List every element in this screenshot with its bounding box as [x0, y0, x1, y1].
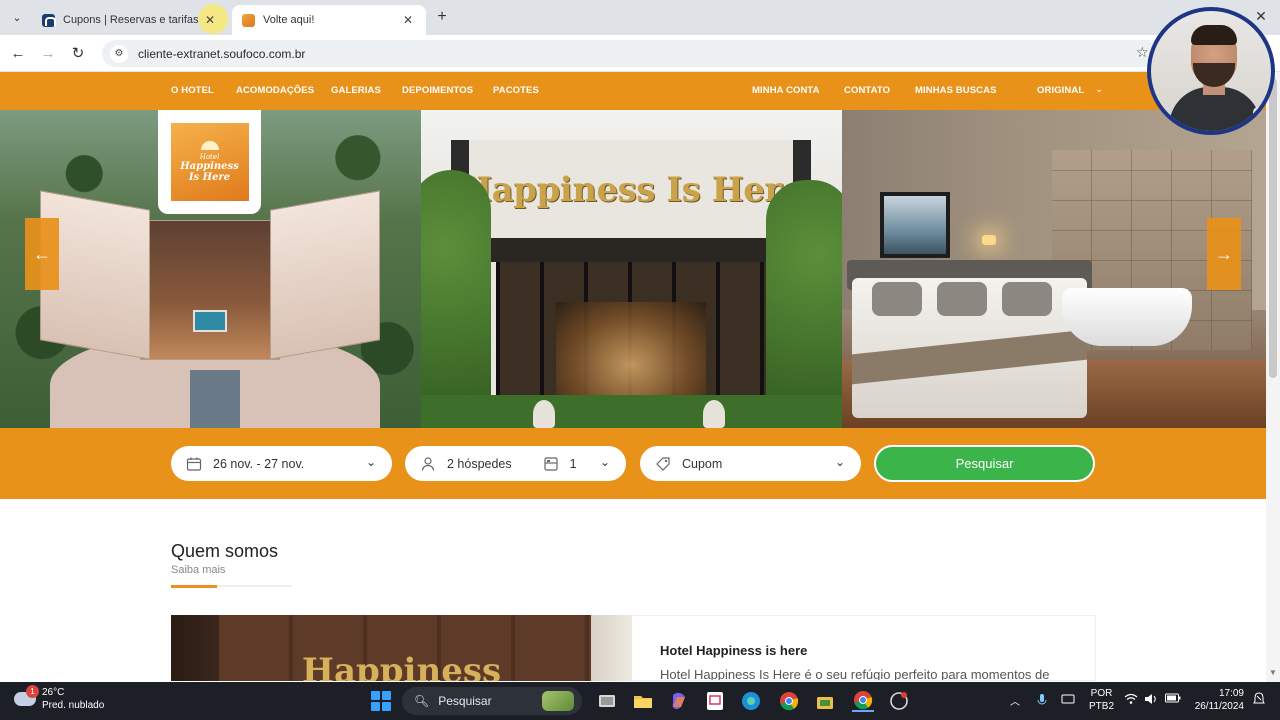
forward-arrow-icon[interactable]: → — [38, 43, 58, 63]
coupon-input[interactable]: Cupom ⌄ — [640, 446, 861, 481]
rooms-value: 1 — [569, 456, 577, 471]
scrollbar-thumb[interactable] — [1269, 78, 1277, 378]
snipping-tool-icon[interactable] — [704, 690, 726, 712]
nav-depoimentos[interactable]: DEPOIMENTOS — [402, 85, 473, 96]
cloud-icon: 1 — [14, 685, 39, 706]
address-url: cliente-extranet.soufoco.com.br — [138, 46, 306, 61]
browser-toolbar: ← → ↻ ⚙ cliente-extranet.soufoco.com.br … — [0, 35, 1280, 72]
guests-value: 2 hóspedes — [447, 456, 512, 471]
bed-icon — [542, 455, 560, 473]
hero-carousel: Hotel Happiness Is Here Happiness Is Her… — [0, 110, 1266, 428]
nav-minhas-buscas[interactable]: MINHAS BUSCAS — [915, 85, 997, 96]
windows-start-icon[interactable] — [371, 691, 391, 711]
about-card: Hotel Happiness is here Hotel Happiness … — [632, 615, 1096, 681]
volume-icon[interactable] — [1144, 693, 1158, 708]
tray-overflow-chevron-icon[interactable]: ︿ — [1010, 693, 1020, 708]
store-bag-icon[interactable] — [814, 690, 836, 712]
search-highlight-image — [542, 691, 574, 711]
tab-title: Volte aqui! — [263, 14, 315, 26]
clock-time: 17:09 — [1218, 688, 1244, 699]
coupon-placeholder: Cupom — [682, 456, 723, 471]
nav-contato[interactable]: CONTATO — [844, 85, 890, 96]
sun-icon — [200, 141, 219, 150]
chevron-down-icon: ⌄ — [834, 455, 845, 469]
tab-title: Cupons | Reservas e tarifas — [63, 14, 199, 26]
date-range-value: 26 nov. - 27 nov. — [213, 456, 305, 471]
tab-volte-aqui[interactable]: Volte aqui! ✕ — [232, 5, 426, 35]
chevron-down-icon[interactable]: ⌄ — [1095, 84, 1103, 95]
carousel-prev-arrow-icon[interactable]: ← — [25, 218, 59, 290]
hotel-favicon-icon — [242, 13, 255, 27]
microphone-icon — [1253, 107, 1265, 131]
new-tab-plus-icon[interactable]: + — [432, 7, 452, 27]
nav-minha-conta[interactable]: MINHA CONTA — [752, 85, 820, 96]
section-divider-accent — [171, 585, 217, 588]
site-settings-icon[interactable]: ⚙ — [110, 44, 128, 63]
webcam-overlay — [1147, 7, 1275, 135]
site-favicon-icon — [42, 13, 56, 27]
hero-image-bedroom — [842, 110, 1266, 428]
notification-badge: 1 — [26, 685, 39, 698]
address-bar[interactable]: ⚙ cliente-extranet.soufoco.com.br — [102, 40, 1162, 67]
person-icon — [419, 455, 437, 473]
date-range-picker[interactable]: 26 nov. - 27 nov. ⌄ — [171, 446, 392, 481]
back-arrow-icon[interactable]: ← — [8, 43, 28, 63]
site-nav-bar: O HOTEL ACOMODAÇÕES GALERIAS DEPOIMENTOS… — [0, 72, 1280, 110]
microphone-tray-icon[interactable] — [1037, 693, 1047, 710]
tab-cupons-close-wrap: ✕ — [202, 5, 226, 35]
search-button[interactable]: Pesquisar — [874, 445, 1095, 482]
about-card-title: Hotel Happiness is here — [660, 643, 808, 658]
chrome-browser-icon[interactable] — [778, 690, 800, 712]
taskbar-search-placeholder: Pesquisar — [438, 694, 492, 708]
file-explorer-icon[interactable] — [632, 690, 654, 712]
guests-rooms-selector[interactable]: 2 hóspedes 1 ⌄ — [405, 446, 626, 481]
nav-galerias[interactable]: GALERIAS — [331, 85, 381, 96]
clock-date: 26/11/2024 — [1194, 701, 1244, 712]
window-close-icon[interactable]: ✕ — [1252, 6, 1270, 26]
weather-widget[interactable]: 1 26°C Pred. nublado — [14, 685, 105, 712]
task-view-icon[interactable] — [596, 690, 618, 712]
scroll-down-arrow-icon[interactable]: ▼ — [1269, 668, 1277, 677]
nav-o-hotel[interactable]: O HOTEL — [171, 85, 214, 96]
battery-tray-icon[interactable] — [1061, 693, 1075, 708]
weather-temp: 26°C — [42, 687, 65, 698]
nav-acomodacoes[interactable]: ACOMODAÇÕES — [236, 85, 314, 96]
booking-search-bar: 26 nov. - 27 nov. ⌄ 2 hóspedes 1 ⌄ Cupom… — [0, 428, 1280, 499]
nav-pacotes[interactable]: PACOTES — [493, 85, 539, 96]
carousel-next-arrow-icon[interactable]: → — [1207, 218, 1241, 290]
reload-icon[interactable]: ↻ — [68, 43, 88, 63]
close-tab-icon[interactable]: ✕ — [400, 12, 416, 28]
recording-app-icon[interactable] — [888, 690, 910, 712]
hero-image-entrance: Happiness Is Here — [421, 110, 842, 428]
tab-search-chevron-icon[interactable]: ⌄ — [6, 6, 28, 28]
about-image: Happiness — [171, 615, 632, 681]
bookmark-star-icon[interactable]: ☆ — [1136, 44, 1149, 61]
chrome-profile-icon[interactable] — [852, 690, 874, 712]
page-scrollbar[interactable]: ▼ — [1266, 72, 1280, 682]
battery-level-icon[interactable] — [1165, 693, 1181, 706]
calendar-icon — [185, 455, 203, 473]
edge-browser-icon[interactable] — [740, 690, 762, 712]
tag-icon — [654, 455, 672, 473]
browser-tab-bar: ⌄ Cupons | Reservas e tarifas ✕ Volte aq… — [0, 0, 1280, 35]
nav-language-select[interactable]: ORIGINAL — [1037, 85, 1084, 96]
about-image-text: Happiness — [301, 651, 502, 681]
hero-image-resort: Hotel Happiness Is Here — [0, 110, 421, 428]
section-title: Quem somos — [171, 541, 279, 561]
system-clock[interactable]: 17:09 26/11/2024 — [1192, 687, 1244, 713]
input-language-indicator[interactable]: POR PTB2 — [1089, 687, 1114, 713]
notifications-icon[interactable] — [1253, 692, 1265, 709]
taskbar-search-box[interactable]: 🔍︎ Pesquisar — [402, 687, 582, 715]
close-tab-icon[interactable]: ✕ — [202, 12, 218, 28]
hotel-logo[interactable]: Hotel Happiness Is Here — [158, 110, 261, 214]
chevron-down-icon: ⌄ — [599, 455, 610, 469]
search-icon: 🔍︎ — [414, 694, 430, 708]
copilot-icon[interactable] — [668, 690, 690, 712]
weather-desc: Pred. nublado — [42, 700, 105, 711]
windows-taskbar: 1 26°C Pred. nublado 🔍︎ Pesquisar ︿ POR … — [0, 682, 1280, 720]
wifi-icon[interactable] — [1124, 693, 1138, 708]
section-subtitle: Saiba mais — [171, 564, 226, 576]
about-card-text: Hotel Happiness Is Here é o seu refúgio … — [660, 667, 1050, 681]
chevron-down-icon: ⌄ — [365, 455, 376, 469]
